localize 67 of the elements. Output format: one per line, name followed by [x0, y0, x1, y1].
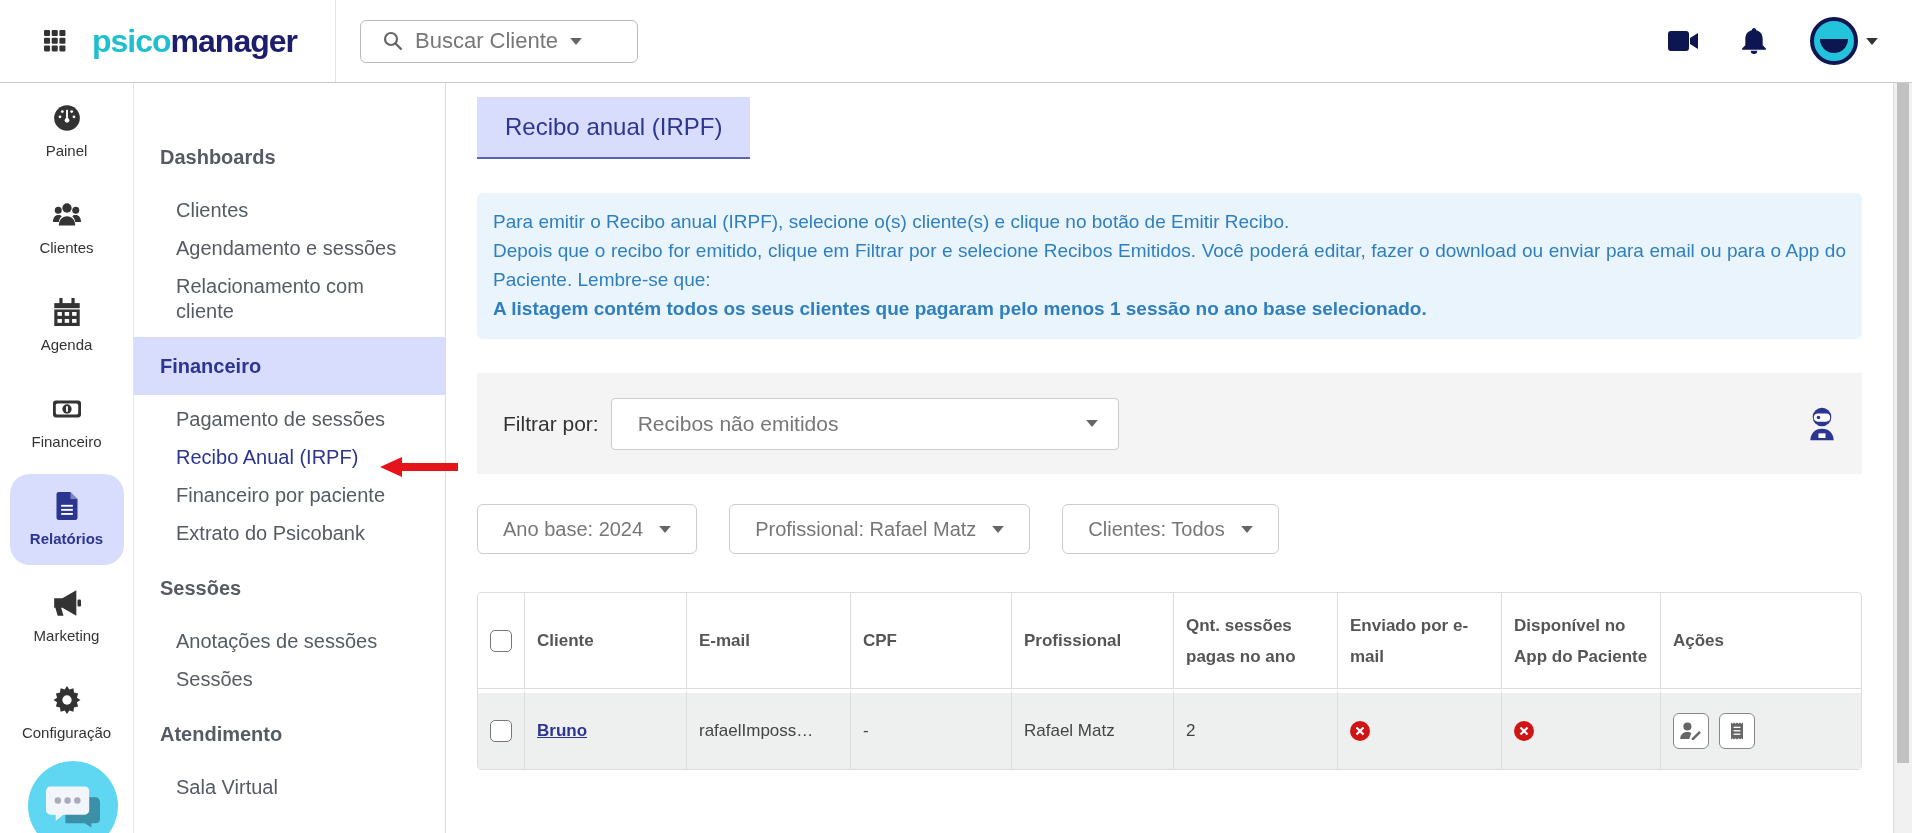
receipt-button[interactable] — [1719, 713, 1755, 749]
select-all-checkbox[interactable] — [490, 629, 512, 652]
sidebar-link[interactable]: Recibo Anual (IRPF) — [176, 445, 359, 470]
avatar-icon — [1810, 17, 1858, 65]
apps-grid-icon — [44, 30, 66, 52]
sidebar-link[interactable]: Anotações de sessões — [176, 629, 378, 654]
nav-rail-item[interactable]: Agenda — [9, 280, 124, 371]
filter-dropdown[interactable]: Recibos não emitidos — [610, 397, 1119, 450]
sidebar-link[interactable]: Sessões — [176, 667, 253, 692]
info-text: Depois que o recibo for emitido, clique em Filtrar por e selecione Recibos Emitidos. Você poderá editar, fazer o download ou enviar para email ou para o App do Paciente. Lembre-se que: — [493, 239, 1846, 292]
filter-chip[interactable]: Profissional: Rafael Matz — [729, 504, 1031, 554]
client-link[interactable]: Bruno — [537, 721, 588, 740]
sidebar-link[interactable]: Financeiro por paciente — [176, 483, 385, 508]
page-title-tab[interactable]: Recibo anual (IRPF) — [477, 97, 751, 159]
info-emphasis: A listagem contém todos os seus clientes que pagaram pelo menos 1 sessão no ano base selecionado. — [493, 297, 1428, 321]
receipt-icon — [1731, 722, 1743, 740]
user-edit-icon — [1680, 722, 1702, 740]
info-text: Para emitir o Recibo anual (IRPF), selecione o(s) cliente(s) e clique no botão de Emitir Recibo. — [493, 210, 1291, 234]
nav-rail-item[interactable]: Relatórios — [9, 474, 124, 565]
caret-icon — [1085, 420, 1098, 427]
sidebar-link[interactable]: Agendamento e sessões — [176, 236, 397, 261]
sidebar-heading: Atendimento — [159, 722, 284, 747]
sidebar-link[interactable]: Extrato do Psicobank — [176, 521, 365, 546]
video-call-button[interactable] — [1668, 31, 1698, 51]
table-cell: rafaelImposs… — [699, 721, 814, 740]
table-cell: - — [863, 721, 869, 740]
sidebar-link[interactable]: Pagamento de sessões — [176, 407, 386, 432]
chat-button[interactable] — [28, 761, 118, 833]
table-cell: Rafael Matz — [1024, 721, 1115, 740]
scrollbar-thumb[interactable] — [1897, 83, 1909, 763]
filter-chip[interactable]: Ano base: 2024 — [477, 504, 698, 554]
notifications-button[interactable] — [1742, 28, 1766, 54]
sidebar-heading: Dashboards — [159, 145, 277, 170]
user-menu[interactable] — [1810, 17, 1878, 65]
sidebar-link[interactable]: Sala Virtual — [176, 775, 278, 800]
table-cell: 2 — [1186, 721, 1196, 740]
robot-icon — [1808, 405, 1836, 442]
nav-rail-item[interactable]: Clientes — [9, 183, 124, 274]
caret-icon — [992, 525, 1005, 533]
users-icon — [52, 201, 81, 229]
sidebar-link[interactable]: Relacionamento com cliente — [176, 274, 426, 324]
assistant-button[interactable] — [1808, 405, 1836, 442]
logo[interactable]: psicomanager — [92, 22, 297, 60]
search-field[interactable]: Buscar Cliente — [360, 19, 638, 63]
caret-icon — [659, 525, 672, 533]
caret-icon — [570, 37, 583, 45]
chat-bubbles-icon — [46, 784, 100, 828]
sidebar-heading: Financeiro — [134, 337, 445, 395]
bell-icon — [1742, 28, 1766, 54]
nav-rail-item[interactable]: Configuração — [9, 668, 124, 759]
sidebar-heading: Sessões — [159, 576, 243, 601]
gauge-icon — [52, 104, 81, 132]
search-icon — [383, 31, 403, 51]
megaphone-icon — [52, 589, 81, 617]
caret-icon — [1240, 525, 1253, 533]
nav-rail-item[interactable]: Marketing — [9, 571, 124, 662]
filter-label: Filtrar por: — [503, 411, 599, 436]
nav-rail-item[interactable]: Financeiro — [9, 377, 124, 468]
row-checkbox[interactable] — [490, 720, 512, 742]
video-camera-icon — [1668, 31, 1698, 51]
sidebar-link[interactable]: Clientes — [176, 198, 249, 223]
edit-client-button[interactable] — [1673, 713, 1709, 749]
gear-icon — [52, 686, 81, 714]
nav-rail-item[interactable]: Painel — [9, 86, 124, 177]
caret-icon — [1866, 37, 1878, 45]
filter-chip[interactable]: Clientes: Todos — [1062, 504, 1279, 554]
calendar-icon — [52, 298, 81, 326]
